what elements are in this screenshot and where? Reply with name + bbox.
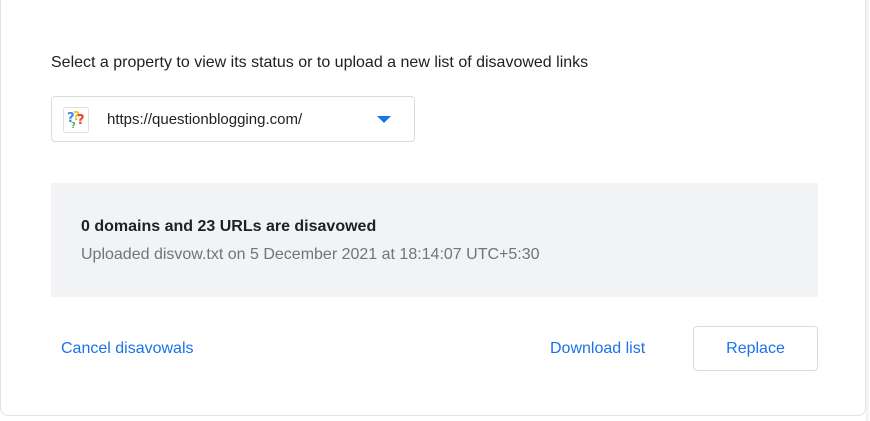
page-edge-shadow [866, 0, 870, 421]
disavow-summary: 0 domains and 23 URLs are disavowed [81, 218, 377, 235]
property-dropdown[interactable]: ? ? ? ? https://questionblogging.com/ [51, 96, 415, 142]
svg-text:?: ? [71, 121, 76, 130]
selected-property-url: https://questionblogging.com/ [107, 111, 303, 128]
cancel-disavowals-button[interactable]: Cancel disavowals [61, 340, 194, 358]
question-marks-favicon-icon: ? ? ? ? [63, 107, 89, 133]
svg-text:?: ? [77, 113, 85, 128]
download-list-button[interactable]: Download list [550, 340, 645, 358]
replace-button[interactable]: Replace [693, 326, 818, 371]
upload-info: Uploaded disvow.txt on 5 December 2021 a… [81, 246, 540, 263]
disavow-card: Select a property to view its status or … [0, 0, 866, 416]
dropdown-arrow-icon [377, 116, 391, 123]
disavow-status-panel: 0 domains and 23 URLs are disavowed Uplo… [51, 183, 818, 297]
page-instruction: Select a property to view its status or … [51, 54, 589, 71]
